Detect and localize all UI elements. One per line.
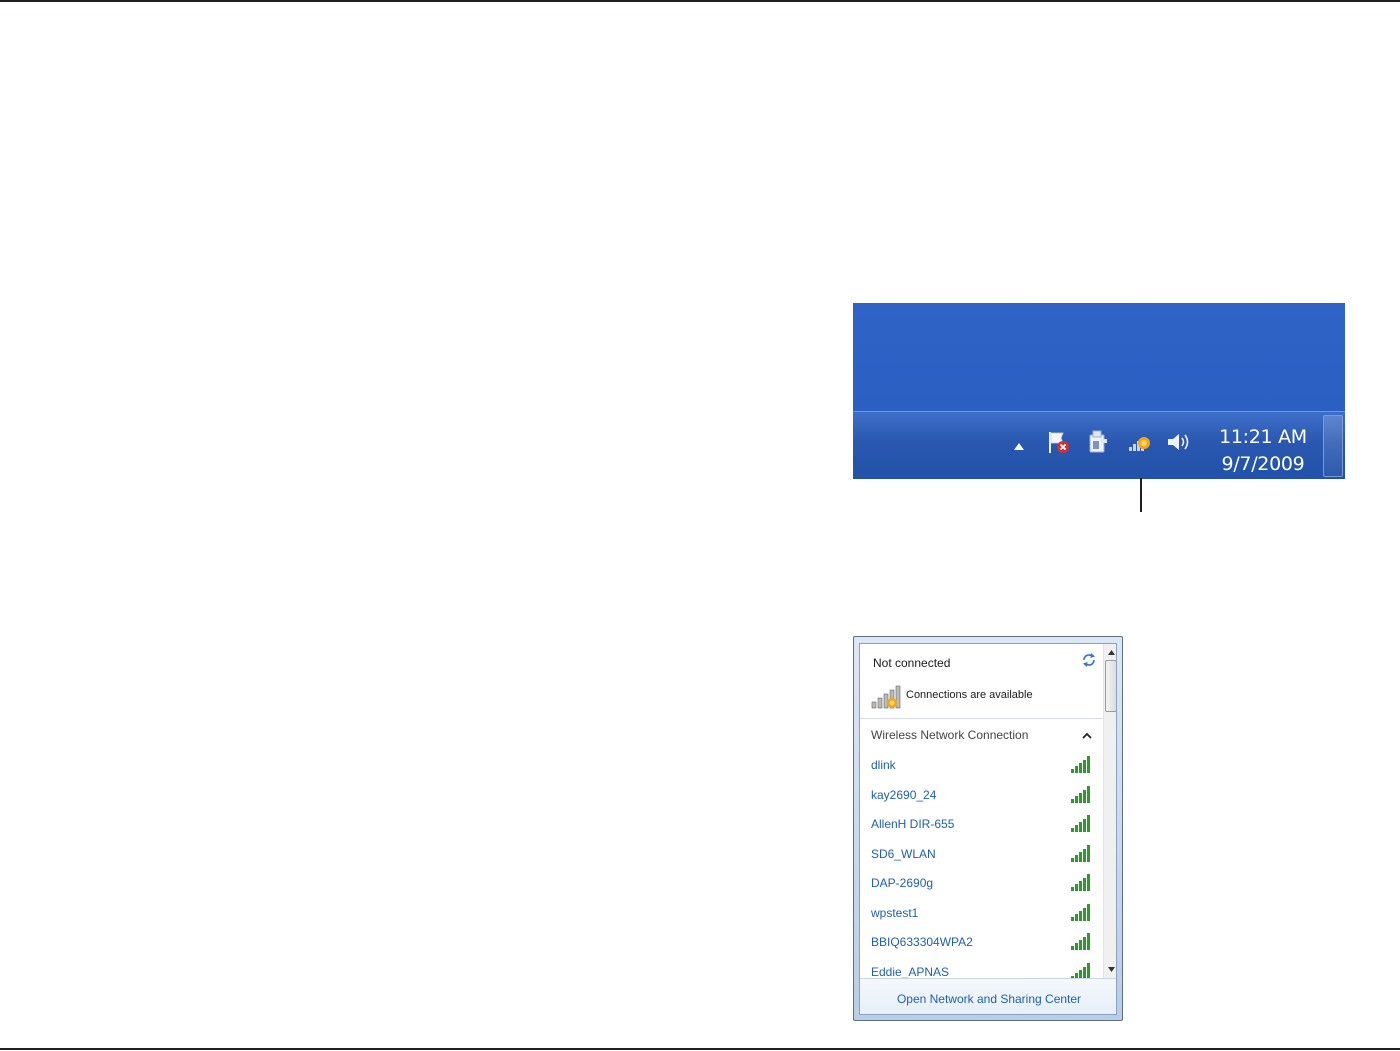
network-name: Eddie_APNAS: [871, 964, 950, 979]
arrow-up-icon: [1107, 649, 1115, 655]
bottom-rule: [0, 1048, 1400, 1050]
signal-strength-icon: [1071, 933, 1090, 950]
wireless-network-icon[interactable]: [1127, 429, 1153, 455]
signal-strength-icon: [1071, 903, 1090, 921]
show-desktop-button[interactable]: [1323, 415, 1343, 477]
list-item[interactable]: SD6_WLAN: [860, 843, 1103, 873]
scroll-down-button[interactable]: [1104, 962, 1116, 976]
scroll-up-button[interactable]: [1104, 645, 1116, 659]
callout-pointer-line: [1140, 478, 1142, 512]
network-name: DAP-2690g: [871, 876, 934, 890]
network-name: BBIQ633304WPA2: [871, 935, 973, 949]
taskbar: 11:21 AM 9/7/2009: [853, 411, 1345, 479]
action-center-flag-icon[interactable]: [1045, 429, 1071, 455]
open-network-sharing-center-link[interactable]: Open Network and Sharing Center: [860, 992, 1116, 1006]
top-rule: [0, 0, 1400, 2]
network-flyout-panel: Not connected Connections are available …: [859, 643, 1117, 1015]
signal-strength-icon: [1071, 756, 1090, 773]
connection-status-label: Not connected: [873, 656, 951, 670]
network-flyout: Not connected Connections are available …: [853, 636, 1123, 1021]
signal-strength-icon: [1071, 785, 1090, 803]
desktop-area: 11:21 AM 9/7/2009: [853, 303, 1345, 479]
connections-available-text: Connections are available: [906, 689, 1033, 701]
flyout-footer: Open Network and Sharing Center: [860, 978, 1116, 1014]
show-hidden-icons-button[interactable]: [1011, 440, 1027, 452]
list-item[interactable]: wpstest1: [860, 902, 1103, 932]
list-item[interactable]: DAP-2690g: [860, 872, 1103, 902]
connection-status: Not connected Connections are available: [860, 644, 1103, 719]
refresh-icon[interactable]: [1081, 652, 1097, 668]
list-item[interactable]: BBIQ633304WPA2: [860, 931, 1103, 961]
triangle-up-icon: [1014, 442, 1024, 450]
chevron-up-icon[interactable]: [1081, 730, 1093, 742]
network-name: AllenH DIR-655: [871, 817, 955, 831]
clock-time: 11:21 AM: [1219, 426, 1307, 448]
connections-available-icon: [871, 685, 901, 709]
network-name: kay2690_24: [871, 787, 937, 802]
list-item[interactable]: dlink: [860, 754, 1103, 784]
network-list-scrollbar[interactable]: [1103, 644, 1116, 978]
arrow-down-icon: [1107, 966, 1115, 972]
scroll-thumb[interactable]: [1105, 660, 1116, 712]
clock-date: 9/7/2009: [1221, 453, 1305, 475]
network-name: SD6_WLAN: [871, 846, 936, 861]
wireless-network-list: dlink kay2690_24 AllenH DIR-655 SD6_WLAN…: [860, 754, 1103, 990]
volume-icon[interactable]: [1165, 429, 1191, 455]
signal-strength-icon: [1071, 815, 1090, 832]
network-name: dlink: [871, 758, 896, 772]
power-plug-icon[interactable]: [1085, 429, 1111, 455]
system-clock[interactable]: 11:21 AM 9/7/2009: [1213, 424, 1313, 478]
wireless-section-title[interactable]: Wireless Network Connection: [871, 728, 1028, 742]
signal-strength-icon: [1071, 844, 1090, 862]
network-name: wpstest1: [871, 905, 919, 920]
signal-strength-icon: [1071, 874, 1090, 891]
list-item[interactable]: AllenH DIR-655: [860, 813, 1103, 843]
section-divider: [860, 718, 1103, 719]
list-item[interactable]: kay2690_24: [860, 784, 1103, 814]
